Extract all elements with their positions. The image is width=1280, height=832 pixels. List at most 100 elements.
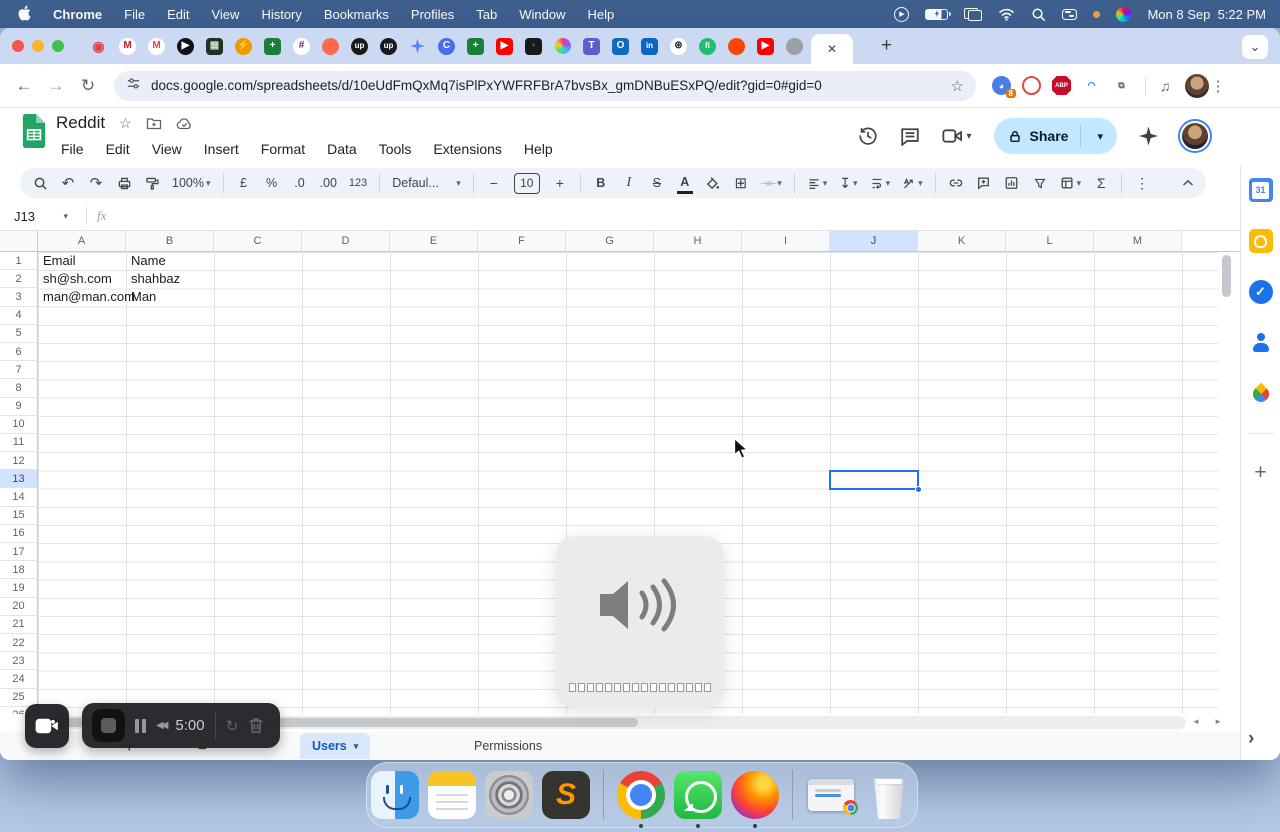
row-header-20[interactable]: 20 — [0, 597, 38, 616]
horizontal-align-button[interactable]: ▾ — [807, 172, 827, 194]
font-select[interactable]: Defaul... ▾ — [392, 172, 461, 194]
pinned-tab-gmail[interactable]: M — [148, 37, 165, 55]
bold-button[interactable]: B — [593, 172, 609, 194]
row-header-19[interactable]: 19 — [0, 579, 38, 598]
ext-puzzle-icon[interactable]: ⧉ — [1112, 76, 1131, 95]
select-all-corner[interactable] — [0, 231, 38, 252]
contacts-icon[interactable] — [1249, 331, 1273, 355]
share-button[interactable]: Share ▾ — [993, 118, 1117, 154]
increase-font-button[interactable]: + — [552, 172, 568, 194]
menubar-item-chrome[interactable]: Chrome — [53, 7, 102, 22]
omnibox[interactable]: docs.google.com/spreadsheets/d/10eUdFmQx… — [114, 70, 976, 101]
row-header-17[interactable]: 17 — [0, 543, 38, 562]
row-header-9[interactable]: 9 — [0, 397, 38, 416]
row-header-23[interactable]: 23 — [0, 652, 38, 671]
column-header-F[interactable]: F — [478, 231, 566, 252]
pinned-tab-youtube-1[interactable]: ▶ — [496, 37, 513, 55]
format-percent-button[interactable]: % — [264, 172, 280, 194]
cell-B2[interactable]: shahbaz — [131, 270, 180, 288]
url-text[interactable]: docs.google.com/spreadsheets/d/10eUdFmQx… — [151, 78, 941, 93]
scrollbar-arrows[interactable]: ◄ ► — [1192, 717, 1228, 726]
merge-cells-button[interactable]: ⇥⇤ ▾ — [761, 172, 782, 194]
cloud-saved-icon[interactable] — [176, 116, 193, 130]
restart-recording-button[interactable]: ↻ — [226, 717, 239, 735]
media-controls-icon[interactable]: ♫ — [1160, 78, 1171, 94]
pinned-tab-fiverr[interactable]: fi — [699, 37, 716, 55]
minimize-window-button[interactable] — [32, 40, 44, 52]
number-format-button[interactable]: 123 — [349, 172, 367, 194]
pinned-tab-outlook[interactable]: O — [612, 37, 629, 55]
pinned-tab-screen-recorder[interactable]: ◉ — [90, 38, 107, 55]
cell-A3[interactable]: man@man.com — [43, 288, 135, 306]
row-header-24[interactable]: 24 — [0, 670, 38, 689]
row-header-6[interactable]: 6 — [0, 342, 38, 362]
sheets-menu-format[interactable]: Format — [254, 139, 312, 159]
toolbar-more-icon[interactable]: ⋮ — [1134, 172, 1150, 194]
font-size-input[interactable]: 10 — [513, 172, 540, 194]
doc-title[interactable]: Reddit — [56, 113, 105, 133]
apple-logo-icon[interactable] — [18, 5, 31, 24]
pinned-tab-mail-m[interactable]: M — [119, 37, 136, 55]
column-header-B[interactable]: B — [126, 231, 214, 252]
sheets-menu-insert[interactable]: Insert — [197, 139, 246, 159]
discard-recording-button[interactable] — [248, 717, 264, 734]
row-header-1[interactable]: 1 — [0, 252, 38, 271]
row-header-3[interactable]: 3 — [0, 288, 38, 307]
sheets-menu-extensions[interactable]: Extensions — [426, 139, 508, 159]
name-box[interactable]: J13 ▾ — [0, 209, 76, 224]
format-currency-button[interactable]: £ — [236, 172, 252, 194]
ext-wifi-icon[interactable]: ◠ — [1082, 76, 1101, 95]
vertical-scrollbar[interactable] — [1222, 255, 1231, 297]
site-settings-icon[interactable] — [126, 76, 141, 96]
ext-ring-red-icon[interactable] — [1022, 76, 1041, 95]
column-header-J[interactable]: J — [830, 231, 918, 252]
column-header-K[interactable]: K — [918, 231, 1006, 252]
row-header-14[interactable]: 14 — [0, 488, 38, 507]
redo-icon[interactable]: ↷ — [88, 172, 104, 194]
adblock-plus-icon[interactable]: ABP — [1052, 76, 1071, 95]
account-avatar[interactable] — [1178, 119, 1212, 153]
menubar-item-profiles[interactable]: Profiles — [411, 7, 454, 22]
reload-button[interactable]: ↻ — [74, 76, 102, 96]
sheets-menu-file[interactable]: File — [54, 139, 91, 159]
dock-firefox-icon[interactable] — [731, 771, 779, 828]
toolbar-search-icon[interactable] — [32, 172, 48, 194]
active-tab[interactable]: ✕ — [811, 34, 853, 64]
pinned-tab-sheets-green-2[interactable]: + — [467, 37, 484, 55]
menubar-item-history[interactable]: History — [261, 7, 301, 22]
screen-mirroring-icon[interactable] — [964, 5, 983, 23]
row-header-4[interactable]: 4 — [0, 306, 38, 325]
row-header-8[interactable]: 8 — [0, 379, 38, 398]
menubar-item-window[interactable]: Window — [519, 7, 565, 22]
pinned-tab-upwork-2[interactable]: up — [380, 37, 397, 55]
sheets-logo-icon[interactable] — [21, 114, 47, 148]
cell-B3[interactable]: Man — [131, 288, 156, 306]
row-header-16[interactable]: 16 — [0, 524, 38, 543]
control-center-icon[interactable] — [1062, 5, 1078, 23]
ext-blue-8-icon[interactable]: ◕ 8 — [992, 76, 1016, 98]
row-header-7[interactable]: 7 — [0, 361, 38, 380]
menubar-clock[interactable]: Mon 8 Sep 5:22 PM — [1147, 7, 1266, 22]
menubar-item-tab[interactable]: Tab — [476, 7, 497, 22]
dock-settings-icon[interactable] — [485, 771, 533, 819]
dock-minimized-window-icon[interactable] — [806, 771, 858, 819]
bookmark-star-icon[interactable]: ☆ — [951, 77, 964, 95]
row-header-5[interactable]: 5 — [0, 324, 38, 343]
pinned-tab-c-blue[interactable]: C — [438, 37, 455, 55]
pinned-tab-sheets-green[interactable]: + — [264, 37, 281, 55]
paint-format-icon[interactable] — [144, 172, 160, 194]
insert-chart-icon[interactable] — [1004, 172, 1020, 194]
cell-A1[interactable]: Email — [43, 252, 76, 270]
close-window-button[interactable] — [12, 40, 24, 52]
sheet-tab-permissions[interactable]: Permissions — [462, 733, 554, 759]
new-tab-button[interactable]: + — [881, 35, 892, 57]
text-wrap-button[interactable]: ▾ — [870, 172, 890, 194]
fill-color-icon[interactable] — [705, 172, 721, 194]
keep-icon[interactable] — [1248, 229, 1273, 253]
stop-recording-button[interactable] — [92, 709, 125, 742]
browser-profile-avatar[interactable] — [1184, 73, 1209, 98]
sheet-tab-users[interactable]: Users ▾ — [300, 733, 371, 759]
cell-B1[interactable]: Name — [131, 252, 166, 270]
collapse-toolbar-icon[interactable] — [1182, 176, 1194, 190]
pinned-tab-upwork-1[interactable]: up — [351, 37, 368, 55]
